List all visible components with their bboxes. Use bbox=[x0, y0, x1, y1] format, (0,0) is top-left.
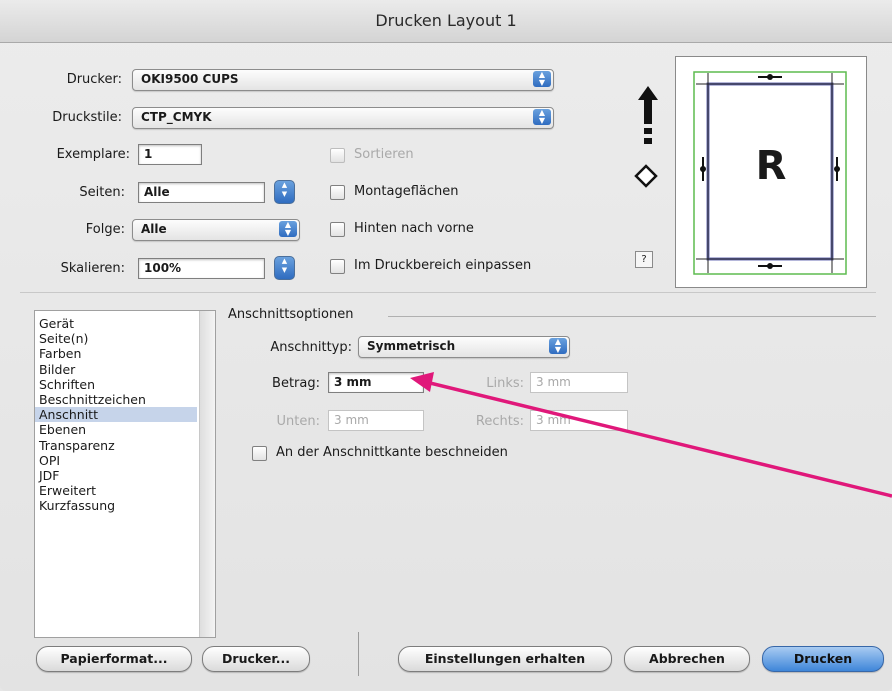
copies-field[interactable]: 1 bbox=[138, 144, 202, 165]
order-select[interactable]: Alle ▲ ▼ bbox=[132, 219, 300, 241]
list-item[interactable]: Beschnittzeichen bbox=[39, 392, 146, 407]
list-item[interactable]: Schriften bbox=[39, 377, 95, 392]
pages-label: Seiten: bbox=[79, 185, 125, 200]
printer-value: OKI9500 CUPS bbox=[141, 72, 239, 86]
popup-arrows-icon: ▲ ▼ bbox=[279, 221, 297, 237]
bleed-type-select[interactable]: Symmetrisch ▲ ▼ bbox=[358, 336, 570, 358]
list-item[interactable]: Ebenen bbox=[39, 422, 86, 437]
popup-arrows-icon: ▲ ▼ bbox=[533, 109, 551, 125]
list-item[interactable]: Seite(n) bbox=[39, 331, 88, 346]
pages-stepper[interactable]: ▲ ▼ bbox=[274, 180, 295, 204]
popup-arrows-icon: ▲ ▼ bbox=[549, 338, 567, 354]
printer-button[interactable]: Drucker... bbox=[202, 646, 310, 672]
category-list[interactable]: Gerät Seite(n) Farben Bilder Schriften Beschn… bbox=[34, 310, 216, 638]
spreads-checkbox[interactable] bbox=[330, 185, 345, 200]
copies-label: Exemplare: bbox=[56, 147, 130, 162]
cancel-button[interactable]: Abbrechen bbox=[624, 646, 750, 672]
print-dialog: Drucken Layout 1 Drucker: OKI9500 CUPS ▲… bbox=[0, 0, 892, 691]
preset-label: Druckstile: bbox=[52, 110, 122, 125]
order-label: Folge: bbox=[85, 222, 125, 237]
list-item[interactable]: JDF bbox=[39, 468, 60, 483]
printer-label: Drucker: bbox=[66, 72, 122, 87]
list-scrollbar[interactable] bbox=[199, 311, 215, 637]
window-title: Drucken Layout 1 bbox=[375, 11, 517, 30]
copies-value: 1 bbox=[144, 147, 153, 161]
divider bbox=[20, 292, 876, 293]
right-label: Rechts: bbox=[475, 414, 524, 429]
list-item[interactable]: Transparenz bbox=[39, 438, 115, 453]
section-title: Anschnittsoptionen bbox=[228, 307, 354, 322]
button-separator bbox=[358, 632, 359, 676]
fit-to-page-checkbox[interactable] bbox=[330, 259, 345, 274]
pages-field[interactable]: Alle bbox=[138, 182, 265, 203]
list-item[interactable]: Farben bbox=[39, 346, 81, 361]
reverse-order-checkbox[interactable] bbox=[330, 222, 345, 237]
collate-label: Sortieren bbox=[354, 147, 414, 162]
pages-value: Alle bbox=[144, 185, 170, 199]
list-item[interactable]: Anschnitt bbox=[35, 407, 197, 423]
orientation-arrow-icon[interactable] bbox=[636, 84, 660, 150]
list-item[interactable]: Kurzfassung bbox=[39, 498, 115, 513]
amount-value: 3 mm bbox=[334, 375, 372, 389]
bleed-type-value: Symmetrisch bbox=[367, 339, 456, 353]
print-button[interactable]: Drucken bbox=[762, 646, 884, 672]
list-item[interactable]: Bilder bbox=[39, 362, 75, 377]
order-value: Alle bbox=[141, 222, 167, 236]
clip-bleed-label: An der Anschnittkante beschneiden bbox=[276, 445, 508, 460]
scale-field[interactable]: 100% bbox=[138, 258, 265, 279]
help-button[interactable]: ? bbox=[635, 251, 653, 268]
page-preview: R bbox=[675, 56, 867, 288]
left-value: 3 mm bbox=[536, 375, 571, 389]
popup-arrows-icon: ▲ ▼ bbox=[533, 71, 551, 87]
spreads-label: Montageflächen bbox=[354, 184, 459, 199]
left-field[interactable]: 3 mm bbox=[530, 372, 628, 393]
rotate-page-icon[interactable] bbox=[634, 164, 658, 188]
list-item[interactable]: Erweitert bbox=[39, 483, 96, 498]
scale-value: 100% bbox=[144, 261, 182, 275]
title-bar: Drucken Layout 1 bbox=[0, 0, 892, 43]
preset-select[interactable]: CTP_CMYK ▲ ▼ bbox=[132, 107, 554, 129]
save-settings-button[interactable]: Einstellungen erhalten bbox=[398, 646, 612, 672]
paper-format-button[interactable]: Papierformat... bbox=[36, 646, 192, 672]
preview-letter: R bbox=[755, 143, 787, 189]
reverse-order-label: Hinten nach vorne bbox=[354, 221, 474, 236]
printer-select[interactable]: OKI9500 CUPS ▲ ▼ bbox=[132, 69, 554, 91]
collate-checkbox[interactable] bbox=[330, 148, 345, 163]
clip-bleed-checkbox[interactable] bbox=[252, 446, 267, 461]
amount-field[interactable]: 3 mm bbox=[328, 372, 424, 393]
amount-label: Betrag: bbox=[272, 376, 320, 391]
scale-stepper[interactable]: ▲ ▼ bbox=[274, 256, 295, 280]
scale-label: Skalieren: bbox=[60, 261, 125, 276]
bottom-label: Unten: bbox=[276, 414, 320, 429]
left-label: Links: bbox=[486, 376, 524, 391]
right-value: 3 mm bbox=[536, 413, 571, 427]
bottom-value: 3 mm bbox=[334, 413, 369, 427]
fit-to-page-label: Im Druckbereich einpassen bbox=[354, 258, 532, 273]
section-line bbox=[388, 316, 876, 317]
list-item[interactable]: OPI bbox=[39, 453, 60, 468]
right-field[interactable]: 3 mm bbox=[530, 410, 628, 431]
bottom-field[interactable]: 3 mm bbox=[328, 410, 424, 431]
bleed-type-label: Anschnittyp: bbox=[270, 340, 352, 355]
preset-value: CTP_CMYK bbox=[141, 110, 212, 124]
list-item[interactable]: Gerät bbox=[39, 316, 74, 331]
